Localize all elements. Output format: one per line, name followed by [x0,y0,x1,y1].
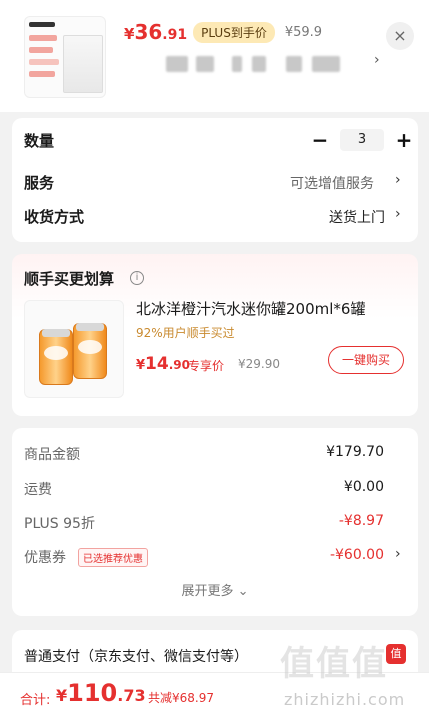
shipping-value: ¥0.00 [343,479,384,495]
quantity-label: 数量 [24,132,55,150]
service-value[interactable]: 可选增值服务 [290,173,374,193]
quantity-input[interactable]: 3 [340,129,384,151]
price-integer: 14 [145,354,169,374]
info-icon[interactable]: i [130,271,144,285]
currency-symbol: ¥ [136,358,146,373]
price-line: ¥36.91 PLUS到手价 ¥59.9 [124,20,322,44]
coupon-recommended-badge: 已选推荐优惠 [78,548,148,567]
close-icon: × [393,26,407,45]
brand-logo-mark [29,22,55,27]
price-integer: 36 [134,20,163,44]
addon-recommend-card: 顺手买更划算 i 北冰洋橙汁汽水迷你罐200ml*6罐 92%用户顺手买过 ¥1… [12,254,418,416]
shipping-label: 运费 [24,482,52,498]
goods-amount-label: 商品金额 [24,447,80,463]
watermark-site: zhizhizhi.com [284,690,406,709]
addon-section-title: 顺手买更划算 [24,270,115,288]
chevron-right-icon[interactable]: › [395,546,401,562]
expand-more-button[interactable]: 展开更多 ⌄ [12,580,418,599]
plus-discount-value: -¥8.97 [338,513,384,529]
delivery-value[interactable]: 送货上门 [329,207,385,227]
exclusive-price-label: 专享价 [188,359,225,373]
thumbnail-decor [29,35,57,41]
addon-product-price: ¥14.90 [136,354,190,374]
product-header: ¥36.91 PLUS到手价 ¥59.9 × › [0,0,429,112]
product-box-image [63,35,103,93]
original-price: ¥59.9 [284,24,323,40]
product-thumbnail [24,16,106,98]
delivery-label: 收货方式 [24,208,85,226]
addon-product-popularity: 92%用户顺手买过 [136,326,235,340]
can-image [73,323,107,379]
increase-quantity-button[interactable]: + [394,128,414,152]
addon-original-price: ¥29.90 [238,357,280,371]
thumbnail-decor [29,71,55,77]
plus-price-tag: PLUS到手价 [193,21,275,43]
addon-product-name[interactable]: 北冰洋橙汁汽水迷你罐200ml*6罐 [136,298,365,319]
price-decimal: .91 [162,27,188,43]
payment-icon: 值 [386,644,406,664]
selected-spec-blurred[interactable] [166,56,366,72]
coupon-value[interactable]: -¥60.00 [330,547,384,563]
order-options-card: 数量 − 3 + 服务 可选增值服务 › 收货方式 送货上门 › [12,118,418,242]
total-label: 合计: [20,693,51,708]
payment-method-label[interactable]: 普通支付（京东支付、微信支付等） [24,646,248,666]
quantity-stepper: − 3 + [310,128,414,152]
coupon-label: 优惠券 [24,550,66,566]
price-decimal: .90 [168,358,190,372]
close-button[interactable]: × [386,22,414,50]
goods-amount-value: ¥179.70 [326,444,384,460]
service-label: 服务 [24,174,55,192]
chevron-right-icon[interactable]: › [374,52,380,68]
decrease-quantity-button[interactable]: − [310,128,330,152]
price-integer: 110 [67,679,118,707]
thumbnail-decor [29,59,59,65]
plus-price: ¥36.91 [124,20,187,44]
chevron-right-icon[interactable]: › [395,172,401,188]
watermark-logo: 值值值 [280,644,388,684]
price-decimal: .73 [117,686,146,705]
chevron-right-icon[interactable]: › [395,206,401,222]
currency-symbol: ¥ [124,25,135,43]
total-price: ¥110.73 [56,679,146,707]
addon-product-image[interactable] [24,300,124,398]
thumbnail-decor [29,47,53,53]
total-saving: 共减¥68.97 [148,691,214,705]
currency-symbol: ¥ [56,686,68,705]
price-breakdown-card: 商品金额 ¥179.70 运费 ¥0.00 PLUS 95折 -¥8.97 优惠… [12,428,418,616]
plus-discount-label: PLUS 95折 [24,516,95,532]
can-image [39,329,73,385]
one-click-buy-button[interactable]: 一键购买 [328,346,404,374]
